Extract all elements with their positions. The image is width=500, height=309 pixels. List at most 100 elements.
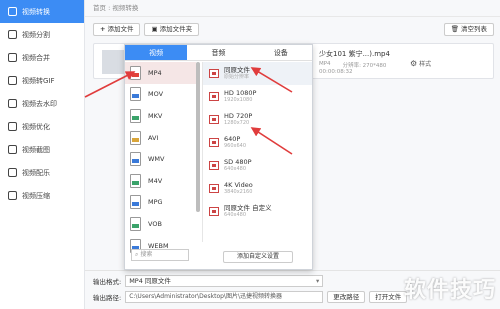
sidebar: 视频转换 视频分割 视频合并 视频转GIF 视频去水印 视频优化 视频截图 视频… — [0, 0, 85, 309]
format-scrollbar[interactable] — [196, 62, 200, 212]
format-item-vob[interactable]: VOB — [125, 213, 196, 235]
output-format-row: 输出格式: MP4 同原文件 — [93, 275, 324, 287]
resolution-text: HD 720P 1280x720 — [224, 112, 252, 127]
watermark-icon — [8, 99, 17, 108]
sidebar-item-label: 视频压缩 — [22, 191, 50, 200]
screenshot-icon — [8, 145, 17, 154]
watermark: 软件技巧 — [403, 278, 496, 303]
resolution-text: 4K Video 3840x2160 — [224, 181, 253, 196]
merge-icon — [8, 53, 17, 62]
sidebar-item-label: 视频转GIF — [22, 76, 55, 85]
format-label: AVI — [148, 133, 159, 142]
gear-icon: ⚙ — [410, 59, 418, 68]
format-label: M4V — [148, 176, 163, 185]
format-label: MKV — [148, 111, 163, 120]
search-placeholder: 搜索 — [140, 251, 153, 258]
sidebar-item-label: 视频优化 — [22, 122, 50, 131]
sidebar-item-screenshot[interactable]: 视频截图 — [0, 138, 84, 161]
split-icon — [8, 30, 17, 39]
resolution-text: 640P 960x640 — [224, 135, 246, 150]
resolution-item[interactable]: 640P 960x640 — [203, 131, 312, 154]
resolution-item[interactable]: HD 1080P 1920x1080 — [203, 85, 312, 108]
sidebar-item-video-convert[interactable]: 视频转换 — [0, 0, 84, 23]
add-file-button[interactable]: + 添加文件 — [93, 22, 141, 36]
sidebar-item-remove-watermark[interactable]: 视频去水印 — [0, 92, 84, 115]
video-file-icon — [130, 65, 141, 80]
format-label: MP4 — [148, 68, 162, 77]
resolution-size: 1920x1080 — [224, 97, 253, 103]
resolution-item[interactable]: SD 480P 640x480 — [203, 154, 312, 177]
resolution-item[interactable]: 4K Video 3840x2160 — [203, 177, 312, 200]
resolution-list: 同原文件 原始分辨率 HD 1080P 1920x1080 HD 720P 1280x72… — [202, 62, 312, 242]
sidebar-item-label: 视频去水印 — [22, 99, 57, 108]
resolution-text: HD 1080P 1920x1080 — [224, 89, 256, 104]
resolution-name: 640P — [224, 135, 241, 143]
film-icon — [209, 92, 219, 101]
resolution-name: 同原文件 — [224, 66, 250, 74]
sidebar-item-music[interactable]: 视频配乐 — [0, 161, 84, 184]
resolution-text: 同原文件 自定义 640x480 — [224, 204, 272, 219]
sidebar-item-optimize[interactable]: 视频优化 — [0, 115, 84, 138]
format-item-m4v[interactable]: M4V — [125, 170, 196, 192]
add-custom-setting-button[interactable]: 添加自定义设置 — [223, 251, 293, 263]
output-path-input[interactable]: C:\Users\Administrator\Desktop\图片\迅捷视频转换… — [125, 291, 324, 303]
style-label: 样式 — [419, 61, 432, 68]
clear-list-button[interactable]: 🗑 清空列表 — [443, 22, 494, 36]
output-format-select[interactable]: MP4 同原文件 — [125, 275, 324, 287]
resolution-item[interactable]: 同原文件 原始分辨率 — [203, 62, 312, 85]
format-label: VOB — [148, 219, 162, 228]
resolution-name: HD 720P — [224, 112, 253, 120]
resolution-item[interactable]: HD 720P 1280x720 — [203, 108, 312, 131]
open-folder-button[interactable]: 打开文件 — [369, 291, 408, 303]
output-path-row: 输出路径: C:\Users\Administrator\Desktop\图片\… — [93, 291, 408, 303]
format-item-mov[interactable]: MOV — [125, 84, 196, 106]
format-label: MPG — [148, 198, 163, 207]
format-search-input[interactable]: ⌕ 搜索 — [131, 249, 189, 261]
format-item-wmv[interactable]: WMV — [125, 148, 196, 170]
change-path-button[interactable]: 更改路径 — [327, 291, 366, 303]
tab-audio[interactable]: 音频 — [187, 45, 249, 60]
format-item-mkv[interactable]: MKV — [125, 105, 196, 127]
video-file-icon — [130, 195, 141, 210]
resolution-size: 640x480 — [224, 212, 247, 218]
tab-video[interactable]: 视频 — [125, 45, 188, 60]
format-tabs: 视频 音频 设备 — [125, 45, 312, 61]
resolution-name: SD 480P — [224, 158, 252, 166]
film-icon — [209, 115, 219, 124]
format-label: WMV — [148, 155, 165, 164]
format-item-mpg[interactable]: MPG — [125, 192, 196, 214]
sidebar-item-video-gif[interactable]: 视频转GIF — [0, 69, 84, 92]
sidebar-item-video-split[interactable]: 视频分割 — [0, 23, 84, 46]
resolution-size: 960x640 — [224, 143, 247, 149]
sidebar-item-compress[interactable]: 视频压缩 — [0, 184, 84, 207]
resolution-size: 1280x720 — [224, 120, 250, 126]
output-path-label: 输出路径: — [93, 294, 122, 302]
format-item-mp4[interactable]: MP4 — [125, 62, 196, 84]
film-icon — [209, 184, 219, 193]
add-folder-button[interactable]: ▣ 添加文件夹 — [144, 22, 200, 36]
toolbar: + 添加文件 ▣ 添加文件夹 🗑 清空列表 — [93, 22, 494, 36]
music-icon — [8, 168, 17, 177]
file-meta: MP4 分辨率: 270*480 — [319, 61, 386, 69]
tab-device[interactable]: 设备 — [250, 45, 312, 60]
video-file-icon — [130, 130, 141, 145]
format-label: MOV — [148, 90, 164, 99]
sidebar-item-video-merge[interactable]: 视频合并 — [0, 46, 84, 69]
sidebar-item-label: 视频截图 — [22, 145, 50, 154]
optimize-icon — [8, 122, 17, 131]
resolution-text: 同原文件 原始分辨率 — [224, 66, 250, 81]
video-file-icon — [130, 173, 141, 188]
style-button[interactable]: ⚙ 样式 — [410, 59, 431, 68]
file-format: MP4 — [319, 61, 331, 67]
video-file-icon — [130, 108, 141, 123]
video-file-icon — [130, 216, 141, 231]
folder-icon: ▣ — [151, 24, 158, 33]
format-panel: 视频 音频 设备 MP4 MOV MKV AVI WMV M4V MPG VOB WEBM ⌕ 搜… — [124, 44, 313, 270]
resolution-item[interactable]: 同原文件 自定义 640x480 — [203, 200, 312, 223]
film-icon — [209, 138, 219, 147]
video-file-icon — [130, 152, 141, 167]
file-name: 少女101 紫宁...).mp4 — [319, 50, 390, 58]
sidebar-item-label: 视频转换 — [22, 7, 50, 16]
search-icon: ⌕ — [135, 251, 139, 258]
format-item-avi[interactable]: AVI — [125, 127, 196, 149]
